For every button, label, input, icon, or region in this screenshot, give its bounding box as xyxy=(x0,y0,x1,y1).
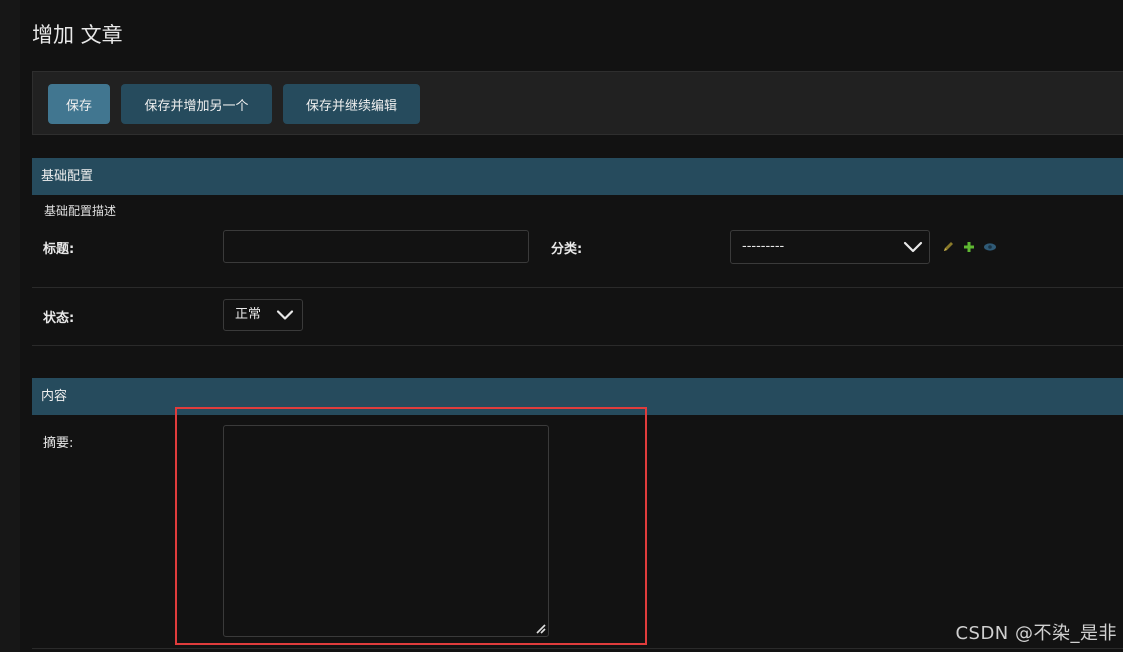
fieldset-header-content: 内容 xyxy=(32,378,1123,415)
save-button[interactable]: 保存 xyxy=(48,84,110,124)
row-divider xyxy=(32,287,1123,288)
title-input[interactable] xyxy=(223,230,529,263)
chevron-down-icon xyxy=(276,310,294,320)
row-divider xyxy=(32,345,1123,346)
row-divider xyxy=(32,648,1123,649)
save-and-add-another-button[interactable]: 保存并增加另一个 xyxy=(121,84,272,124)
eye-icon[interactable] xyxy=(983,240,997,254)
fieldset-header-basic: 基础配置 xyxy=(32,158,1123,195)
status-selected-value: 正常 xyxy=(235,307,262,322)
left-margin xyxy=(0,0,20,652)
fieldset-description: 基础配置描述 xyxy=(44,204,117,218)
category-selected-value: --------- xyxy=(742,239,785,254)
category-label: 分类: xyxy=(551,242,583,257)
resize-grip-icon[interactable] xyxy=(534,622,546,634)
save-and-continue-button[interactable]: 保存并继续编辑 xyxy=(283,84,420,124)
chevron-down-icon xyxy=(903,241,923,253)
title-label: 标题: xyxy=(43,242,75,257)
pencil-icon[interactable] xyxy=(941,240,955,254)
page-title: 增加 文章 xyxy=(32,23,123,47)
plus-icon[interactable] xyxy=(962,240,976,254)
summary-textarea[interactable] xyxy=(223,425,549,637)
status-select[interactable]: 正常 xyxy=(223,299,303,331)
summary-label: 摘要: xyxy=(43,436,74,451)
category-select[interactable]: --------- xyxy=(730,230,930,264)
submit-row: 保存 保存并增加另一个 保存并继续编辑 xyxy=(32,71,1123,135)
status-label: 状态: xyxy=(43,311,75,326)
watermark: CSDN @不染_是非 xyxy=(955,623,1117,644)
